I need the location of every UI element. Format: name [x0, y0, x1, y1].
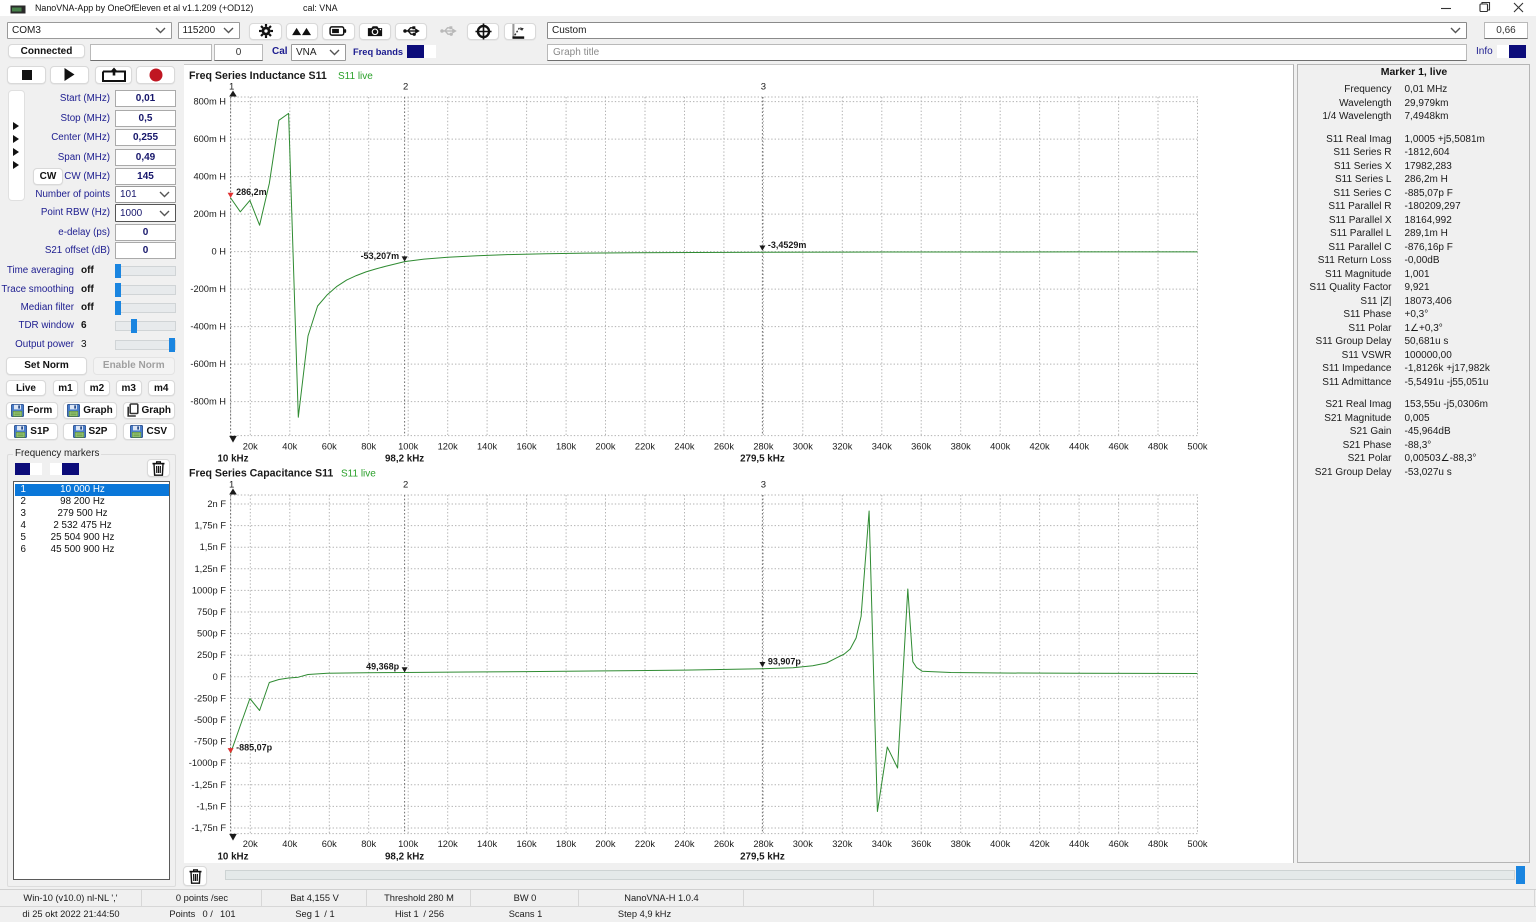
svg-text:-500p F: -500p F	[194, 715, 226, 725]
svg-text:120k: 120k	[438, 441, 459, 451]
svg-text:80k: 80k	[361, 839, 376, 849]
svg-text:320k: 320k	[832, 441, 853, 451]
svg-text:-200m H: -200m H	[190, 284, 226, 294]
svg-text:-250p F: -250p F	[194, 693, 226, 703]
svg-text:220k: 220k	[635, 441, 656, 451]
svg-text:200k: 200k	[595, 441, 616, 451]
svg-text:360k: 360k	[911, 839, 932, 849]
svg-text:Freq Series Inductance S11: Freq Series Inductance S11	[189, 70, 327, 82]
svg-text:98,2 kHz: 98,2 kHz	[385, 851, 424, 862]
svg-text:500k: 500k	[1187, 441, 1208, 451]
svg-text:120k: 120k	[438, 839, 459, 849]
svg-text:-750p F: -750p F	[194, 737, 226, 747]
svg-text:750p F: 750p F	[197, 607, 226, 617]
svg-text:200m H: 200m H	[193, 209, 226, 219]
svg-text:420k: 420k	[1030, 441, 1051, 451]
svg-text:286,2m: 286,2m	[236, 187, 267, 197]
svg-text:40k: 40k	[282, 441, 297, 451]
svg-text:2n F: 2n F	[207, 499, 226, 509]
svg-text:600m H: 600m H	[193, 134, 226, 144]
svg-text:100k: 100k	[398, 441, 419, 451]
svg-text:80k: 80k	[361, 441, 376, 451]
svg-text:420k: 420k	[1030, 839, 1051, 849]
svg-text:500k: 500k	[1187, 839, 1208, 849]
svg-text:10 kHz: 10 kHz	[217, 851, 248, 862]
svg-text:-53,207m: -53,207m	[361, 251, 400, 261]
svg-text:440k: 440k	[1069, 441, 1090, 451]
svg-text:93,907p: 93,907p	[768, 656, 802, 666]
svg-text:400k: 400k	[990, 839, 1011, 849]
svg-text:S11 live: S11 live	[341, 469, 376, 480]
svg-text:250p F: 250p F	[197, 650, 226, 660]
svg-text:1: 1	[229, 82, 234, 93]
svg-text:1,25n F: 1,25n F	[194, 564, 226, 574]
svg-text:140k: 140k	[477, 839, 498, 849]
svg-text:279,5 kHz: 279,5 kHz	[740, 851, 785, 862]
svg-text:20k: 20k	[243, 839, 258, 849]
svg-text:1,5n F: 1,5n F	[200, 542, 227, 552]
svg-text:-400m H: -400m H	[190, 322, 226, 332]
svg-text:279,5 kHz: 279,5 kHz	[740, 453, 785, 464]
svg-text:240k: 240k	[674, 839, 695, 849]
svg-text:1000p F: 1000p F	[192, 585, 226, 595]
svg-text:140k: 140k	[477, 441, 498, 451]
svg-text:1: 1	[229, 480, 234, 491]
svg-text:200k: 200k	[595, 839, 616, 849]
svg-text:460k: 460k	[1109, 839, 1130, 849]
svg-text:300k: 300k	[793, 839, 814, 849]
svg-text:0 F: 0 F	[213, 672, 227, 682]
svg-text:40k: 40k	[282, 839, 297, 849]
svg-text:480k: 480k	[1148, 839, 1169, 849]
svg-text:Freq Series Capacitance S11: Freq Series Capacitance S11	[189, 468, 333, 480]
svg-text:480k: 480k	[1148, 441, 1169, 451]
svg-text:60k: 60k	[322, 441, 337, 451]
svg-text:460k: 460k	[1109, 441, 1130, 451]
svg-text:380k: 380k	[951, 839, 972, 849]
svg-text:2: 2	[403, 82, 408, 93]
svg-text:180k: 180k	[556, 441, 577, 451]
svg-text:2: 2	[403, 480, 408, 491]
svg-text:260k: 260k	[714, 441, 735, 451]
svg-text:S11 live: S11 live	[338, 71, 373, 82]
svg-text:10 kHz: 10 kHz	[217, 453, 248, 464]
svg-text:60k: 60k	[322, 839, 337, 849]
svg-text:240k: 240k	[674, 441, 695, 451]
svg-text:380k: 380k	[951, 441, 972, 451]
svg-text:-3,4529m: -3,4529m	[768, 240, 807, 250]
svg-text:-1000p F: -1000p F	[189, 758, 227, 768]
svg-text:340k: 340k	[872, 441, 893, 451]
svg-text:3: 3	[761, 82, 766, 93]
svg-text:0 H: 0 H	[212, 247, 226, 257]
svg-text:1,75n F: 1,75n F	[194, 521, 226, 531]
svg-text:500p F: 500p F	[197, 629, 226, 639]
svg-text:-885,07p: -885,07p	[236, 743, 273, 753]
svg-text:360k: 360k	[911, 441, 932, 451]
svg-text:340k: 340k	[872, 839, 893, 849]
svg-text:440k: 440k	[1069, 839, 1090, 849]
svg-text:280k: 280k	[753, 839, 774, 849]
svg-text:20k: 20k	[243, 441, 258, 451]
svg-text:-800m H: -800m H	[190, 397, 226, 407]
svg-text:400m H: 400m H	[193, 172, 226, 182]
svg-text:160k: 160k	[517, 839, 538, 849]
svg-text:-1,75n F: -1,75n F	[191, 823, 226, 833]
svg-text:-600m H: -600m H	[190, 359, 226, 369]
svg-text:320k: 320k	[832, 839, 853, 849]
svg-text:400k: 400k	[990, 441, 1011, 451]
svg-text:300k: 300k	[793, 441, 814, 451]
svg-text:98,2 kHz: 98,2 kHz	[385, 453, 424, 464]
svg-text:3: 3	[761, 480, 766, 491]
svg-text:160k: 160k	[517, 441, 538, 451]
svg-text:260k: 260k	[714, 839, 735, 849]
svg-text:220k: 220k	[635, 839, 656, 849]
svg-text:800m H: 800m H	[193, 97, 226, 107]
svg-text:49,368p: 49,368p	[366, 662, 400, 672]
svg-text:-1,25n F: -1,25n F	[191, 780, 226, 790]
svg-text:280k: 280k	[753, 441, 774, 451]
svg-text:100k: 100k	[398, 839, 419, 849]
svg-text:-1,5n F: -1,5n F	[197, 801, 227, 811]
svg-text:180k: 180k	[556, 839, 577, 849]
